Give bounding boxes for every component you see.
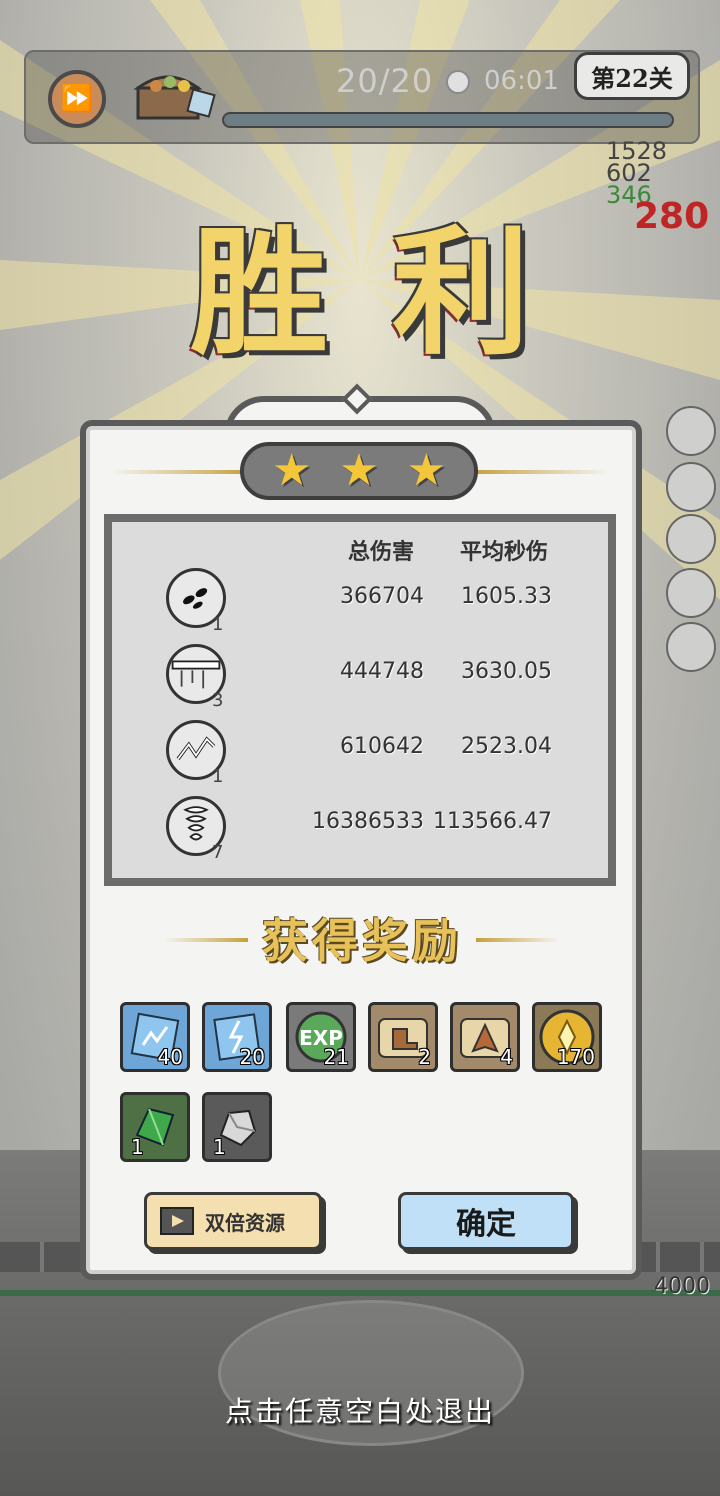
side-skill-icon xyxy=(666,462,716,512)
skill-level: 1 xyxy=(212,614,224,635)
double-resources-label: 双倍资源 xyxy=(205,1210,285,1235)
reward-count: 1 xyxy=(213,1135,226,1159)
star-rating: ★ ★ ★ xyxy=(240,442,478,500)
dps-value: 113566.47 xyxy=(433,809,552,834)
reward-item[interactable]: 170 xyxy=(532,1002,602,1072)
fast-forward-icon: ⏩ xyxy=(60,84,94,114)
star-icon: ★ xyxy=(271,445,312,496)
dps-value: 1605.33 xyxy=(461,584,552,609)
side-skill-icon xyxy=(666,568,716,618)
base-hp-text: 4000 xyxy=(654,1274,710,1299)
star-icon: ★ xyxy=(406,445,447,496)
reward-item[interactable]: 40 xyxy=(120,1002,190,1072)
skill-level: 3 xyxy=(212,690,224,711)
gold-divider xyxy=(110,470,250,474)
skill-level: 1 xyxy=(212,766,224,787)
treasure-chest-icon[interactable] xyxy=(130,62,220,124)
reward-count: 4 xyxy=(500,1045,513,1069)
double-resources-button[interactable]: 双倍资源 xyxy=(144,1192,322,1250)
skill-level: 7 xyxy=(212,842,224,863)
reward-item[interactable]: 1 xyxy=(120,1092,190,1162)
gold-divider xyxy=(164,938,248,942)
clock-icon xyxy=(446,70,470,94)
reward-item[interactable]: 2 xyxy=(368,1002,438,1072)
reward-item[interactable]: 20 xyxy=(202,1002,272,1072)
wave-counter: 20/20 xyxy=(336,62,434,100)
reward-item[interactable]: EXP 21 xyxy=(286,1002,356,1072)
column-header-total-damage: 总伤害 xyxy=(348,539,415,565)
reward-count: 40 xyxy=(157,1045,183,1069)
timer: 06:01 xyxy=(484,66,559,96)
gold-divider xyxy=(470,470,610,474)
fast-forward-button[interactable]: ⏩ xyxy=(48,70,106,128)
base-hp-line xyxy=(0,1290,720,1296)
reward-item[interactable]: 4 xyxy=(450,1002,520,1072)
dps-value: 3630.05 xyxy=(461,659,552,684)
victory-title: 胜 利 xyxy=(190,196,530,374)
column-header-average-dps: 平均秒伤 xyxy=(460,539,549,565)
dps-value: 2523.04 xyxy=(461,734,552,759)
reward-count: 20 xyxy=(239,1045,265,1069)
side-skill-icon xyxy=(666,622,716,672)
crit-damage-number: 280 xyxy=(634,196,710,237)
victory-char: 胜 xyxy=(190,211,329,374)
tap-to-exit-hint[interactable]: 点击任意空白处退出 xyxy=(0,1390,720,1430)
confirm-button[interactable]: 确定 xyxy=(398,1192,574,1250)
side-skill-icon xyxy=(666,406,716,456)
video-ad-icon xyxy=(160,1207,194,1235)
reward-item[interactable]: 1 xyxy=(202,1092,272,1162)
rewards-title: 获得奖励 xyxy=(262,914,462,968)
level-badge: 第22关 xyxy=(574,52,690,100)
star-icon: ★ xyxy=(339,445,379,496)
reward-count: 1 xyxy=(131,1135,144,1159)
side-skill-icon xyxy=(666,514,716,564)
reward-count: 21 xyxy=(323,1045,349,1069)
gold-divider xyxy=(476,938,560,942)
reward-count: 170 xyxy=(556,1045,595,1069)
victory-char: 利 xyxy=(391,211,530,374)
boss-hp-bar xyxy=(222,112,674,128)
reward-count: 2 xyxy=(418,1045,431,1069)
